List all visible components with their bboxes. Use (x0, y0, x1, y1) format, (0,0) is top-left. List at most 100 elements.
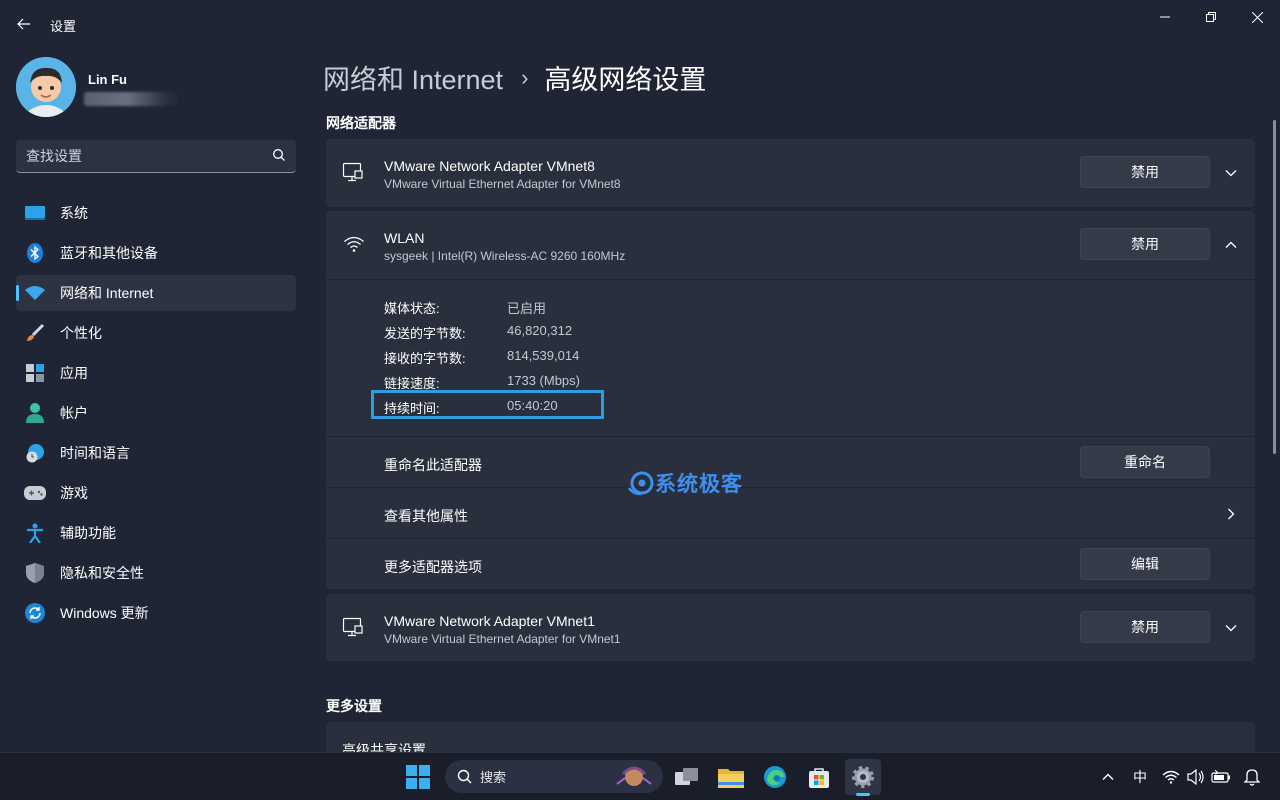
battery-icon (1211, 770, 1230, 783)
sidebar-item-bluetooth[interactable]: 蓝牙和其他设备 (16, 235, 296, 271)
wifi-icon (343, 235, 365, 258)
battery-tray-button[interactable] (1210, 765, 1232, 789)
title-bar: 设置 (0, 0, 1280, 48)
restore-icon (1206, 12, 1216, 22)
edge-icon (764, 766, 786, 788)
rename-button[interactable]: 重命名 (1080, 446, 1210, 478)
adapter-name: VMware Network Adapter VMnet8 (384, 158, 595, 174)
disable-button[interactable]: 禁用 (1080, 228, 1210, 260)
sidebar-item-label: 辅助功能 (60, 525, 116, 541)
taskbar-search-label: 搜索 (480, 770, 507, 785)
store-icon (809, 768, 829, 788)
file-explorer-button[interactable] (713, 759, 749, 795)
adapter-row[interactable]: WLAN sysgeek | Intel(R) Wireless-AC 9260… (326, 211, 1255, 279)
sidebar-item-time-language[interactable]: 时间和语言 (16, 435, 296, 471)
sidebar-item-label: 游戏 (60, 485, 88, 501)
sidebar-item-network[interactable]: 网络和 Internet (16, 275, 296, 311)
profile-name: Lin Fu (88, 72, 127, 87)
search-highlight-icon (616, 766, 652, 786)
more-adapter-options-label: 更多适配器选项 (384, 559, 482, 575)
rename-adapter-row: 重命名此适配器 重命名 (326, 436, 1255, 487)
wifi-icon (1162, 770, 1180, 784)
settings-taskbar-button[interactable] (845, 759, 881, 796)
taskbar: 搜索 中 (0, 752, 1280, 800)
view-more-properties-label: 查看其他属性 (384, 508, 468, 524)
sidebar-item-apps[interactable]: 应用 (16, 355, 296, 391)
breadcrumb-separator: › (521, 64, 529, 90)
property-row: 发送的字节数: 46,820,312 (384, 321, 784, 341)
show-hidden-icons-button[interactable] (1098, 765, 1118, 789)
duration-highlight-box (371, 390, 604, 419)
account-icon (24, 402, 46, 424)
gamepad-icon (24, 482, 46, 504)
taskbar-search[interactable]: 搜索 (445, 760, 663, 793)
store-button[interactable] (801, 759, 837, 795)
property-row: 接收的字节数: 814,539,014 (384, 346, 784, 366)
notification-button[interactable] (1242, 765, 1262, 789)
view-more-properties-row[interactable]: 查看其他属性 (326, 487, 1255, 538)
edit-button[interactable]: 编辑 (1080, 548, 1210, 580)
adapter-row[interactable]: VMware Network Adapter VMnet1 VMware Vir… (326, 594, 1255, 662)
section-title-more-settings: 更多设置 (326, 698, 382, 714)
watermark: 系统极客 (627, 468, 743, 498)
sidebar-item-accounts[interactable]: 帐户 (16, 395, 296, 431)
active-app-indicator (856, 793, 870, 796)
restore-button[interactable] (1191, 6, 1231, 28)
avatar[interactable] (16, 57, 76, 117)
minimize-icon (1160, 16, 1170, 18)
scrollbar[interactable] (1273, 120, 1276, 454)
chevron-up-icon[interactable] (1219, 233, 1243, 257)
property-label: 媒体状态: (384, 301, 440, 316)
network-tray-button[interactable] (1161, 765, 1181, 789)
property-value: 46,820,312 (507, 323, 573, 338)
task-view-button[interactable] (669, 759, 705, 795)
app-title: 设置 (50, 19, 77, 34)
sidebar-item-windows-update[interactable]: Windows 更新 (16, 595, 296, 631)
adapter-card-vmnet8[interactable]: VMware Network Adapter VMnet8 VMware Vir… (326, 139, 1255, 207)
start-button[interactable] (400, 759, 436, 795)
adapter-name: WLAN (384, 230, 425, 246)
adapter-name: VMware Network Adapter VMnet1 (384, 613, 595, 629)
time-language-icon (24, 442, 46, 464)
disable-button[interactable]: 禁用 (1080, 156, 1210, 188)
more-adapter-options-row: 更多适配器选项 编辑 (326, 538, 1255, 589)
property-value: 1733 (Mbps) (507, 373, 580, 388)
ime-indicator[interactable]: 中 (1128, 765, 1152, 789)
sidebar-item-label: 系统 (60, 205, 88, 221)
breadcrumb-parent[interactable]: 网络和 Internet (323, 58, 503, 97)
close-button[interactable] (1237, 6, 1277, 28)
chevron-down-icon[interactable] (1219, 616, 1243, 640)
edge-button[interactable] (757, 759, 793, 795)
sidebar-item-label: 应用 (60, 365, 88, 381)
sidebar-item-gaming[interactable]: 游戏 (16, 475, 296, 511)
search-input[interactable] (26, 148, 266, 164)
property-value: 已启用 (507, 301, 547, 316)
property-row: 媒体状态: 已启用 (384, 296, 784, 316)
rename-adapter-label: 重命名此适配器 (384, 457, 482, 473)
chevron-down-icon[interactable] (1219, 161, 1243, 185)
property-label: 发送的字节数: (384, 326, 466, 341)
profile-email-redacted (84, 92, 180, 106)
sidebar-item-label: 帐户 (60, 405, 88, 421)
shield-icon (24, 562, 46, 584)
minimize-button[interactable] (1145, 6, 1185, 28)
chevron-up-icon (1102, 773, 1114, 780)
property-row: 链接速度: 1733 (Mbps) (384, 371, 784, 391)
adapter-card-vmnet1[interactable]: VMware Network Adapter VMnet1 VMware Vir… (326, 594, 1255, 661)
sidebar-item-system[interactable]: 系统 (16, 195, 296, 231)
search-icon (272, 148, 286, 167)
page-title: 高级网络设置 (544, 65, 707, 95)
disable-button[interactable]: 禁用 (1080, 611, 1210, 643)
sidebar-item-personalization[interactable]: 个性化 (16, 315, 296, 351)
search-field[interactable] (16, 140, 296, 173)
sidebar-item-label: 网络和 Internet (60, 285, 154, 301)
sidebar-item-privacy[interactable]: 隐私和安全性 (16, 555, 296, 591)
sidebar-item-accessibility[interactable]: 辅助功能 (16, 515, 296, 551)
ethernet-icon (342, 161, 364, 188)
volume-tray-button[interactable] (1186, 765, 1206, 789)
adapter-row[interactable]: VMware Network Adapter VMnet8 VMware Vir… (326, 139, 1255, 207)
back-arrow-icon (17, 18, 30, 30)
back-button[interactable] (10, 10, 38, 38)
adapter-description: sysgeek | Intel(R) Wireless-AC 9260 160M… (384, 249, 626, 263)
sidebar-item-label: 个性化 (60, 325, 102, 341)
